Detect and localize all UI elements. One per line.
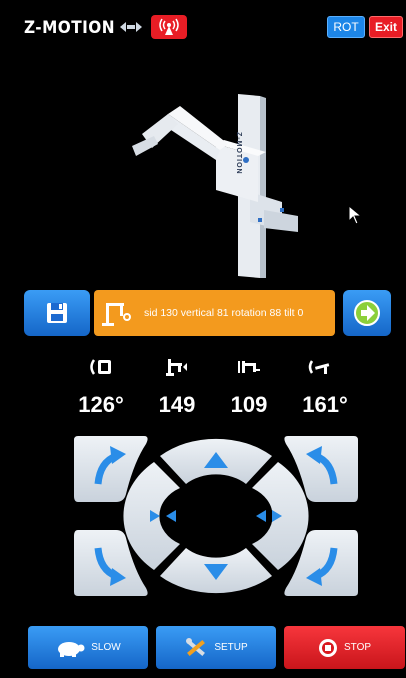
arrow-right-icon	[354, 300, 380, 326]
floppy-disk-icon	[47, 303, 67, 323]
machine-config-icon	[102, 303, 131, 326]
stop-button-label: STOP	[343, 642, 372, 653]
vertical-icon	[166, 359, 187, 376]
wireless-button[interactable]	[151, 15, 187, 39]
rotation-icon	[90, 359, 111, 375]
tilt-icon	[308, 360, 330, 374]
slow-button[interactable]: SLOW	[28, 626, 148, 669]
save-button[interactable]	[24, 290, 90, 336]
app-title: Z-MOTION	[24, 18, 115, 38]
stop-icon	[318, 638, 337, 657]
machine-model-illustration	[132, 94, 298, 278]
setup-button-label: SETUP	[214, 642, 248, 653]
rot-button[interactable]: ROT	[327, 16, 365, 38]
direction-pad	[70, 432, 362, 600]
connection-icon	[120, 22, 142, 32]
stop-button[interactable]: STOP	[284, 626, 405, 669]
go-to-position-button[interactable]	[343, 290, 391, 336]
position-status-text: sid 130 vertical 81 rotation 88 tilt 0	[144, 307, 304, 319]
vertical-readout: 149	[158, 392, 196, 417]
exit-button[interactable]: Exit	[369, 16, 403, 38]
tilt-readout: 161°	[302, 392, 348, 417]
sid-readout: 109	[230, 392, 268, 417]
mouse-cursor-icon	[348, 205, 362, 225]
slow-button-label: SLOW	[91, 642, 121, 653]
machine-model-label: Z-MOTION	[235, 132, 242, 175]
position-status-bar: sid 130 vertical 81 rotation 88 tilt 0	[94, 290, 335, 336]
sid-icon	[238, 361, 260, 373]
tools-icon	[186, 637, 206, 656]
setup-button[interactable]: SETUP	[156, 626, 276, 669]
turtle-icon	[58, 641, 85, 657]
wireless-icon	[159, 18, 179, 35]
machine-3d-view[interactable]: Z-MOTION	[20, 52, 386, 284]
rotation-readout: 126°	[78, 392, 124, 417]
top-bar: Z-MOTION ROT Exit	[0, 0, 406, 48]
